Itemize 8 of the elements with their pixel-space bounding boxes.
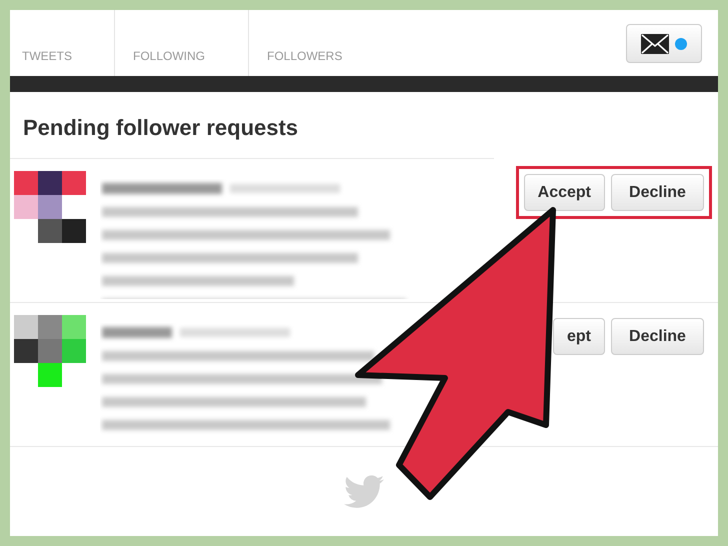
bird-icon xyxy=(344,474,384,508)
section-title: Pending follower requests xyxy=(10,92,494,159)
decline-button[interactable]: Decline xyxy=(611,318,704,355)
envelope-icon xyxy=(641,34,669,54)
accept-button[interactable]: ept xyxy=(553,318,605,355)
messages-button[interactable] xyxy=(626,24,702,63)
decline-button[interactable]: Decline xyxy=(611,174,704,211)
accept-button[interactable]: Accept xyxy=(524,174,605,211)
